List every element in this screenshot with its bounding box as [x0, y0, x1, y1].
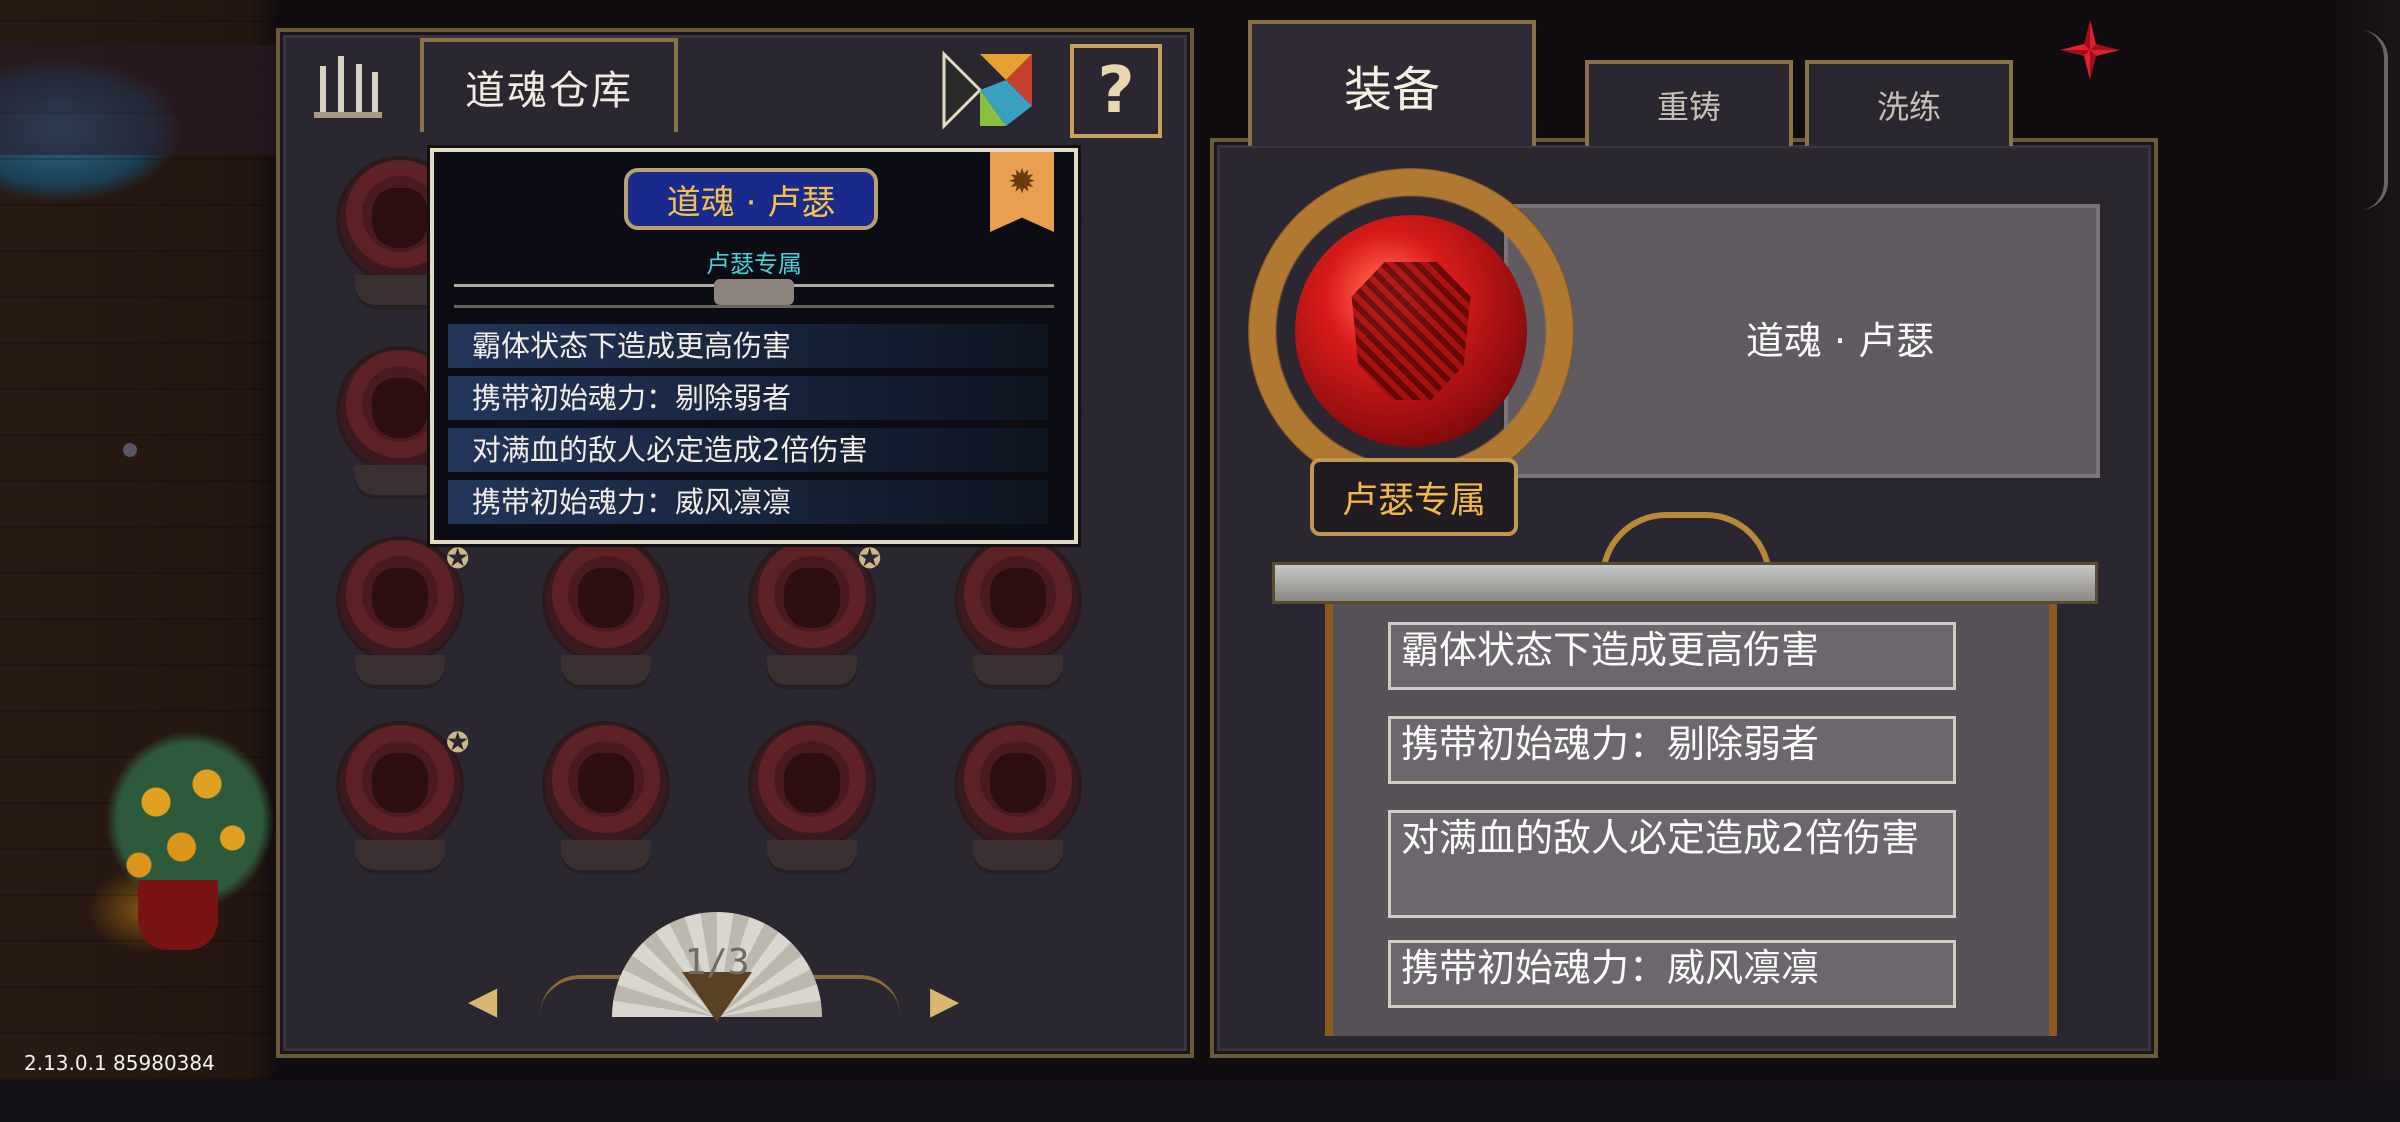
soul-orb: [958, 725, 1078, 845]
pinwheel-icon: [2040, 5, 2140, 115]
orb-stand: [561, 840, 651, 870]
tangram-icon[interactable]: [940, 50, 1036, 130]
joystick-dot: [123, 443, 137, 457]
soul-orb: [546, 540, 666, 660]
version-label: 2.13.0.1 85980384: [24, 1051, 215, 1075]
orb-stand: [767, 655, 857, 685]
warehouse-title: 道魂仓库: [465, 68, 633, 114]
soul-orb: [752, 725, 872, 845]
star-icon: ✪: [446, 542, 470, 575]
flower-pot: [138, 880, 218, 950]
detail-effect: 霸体状态下造成更高伤害: [1388, 622, 1956, 690]
tooltip-effect: 霸体状态下造成更高伤害: [448, 324, 1048, 368]
soul-orb: [340, 725, 460, 845]
soul-slot[interactable]: [536, 725, 676, 885]
close-edge: [2360, 30, 2388, 210]
page-indicator: 1/3: [684, 942, 750, 983]
tab-recast-label: 重铸: [1656, 88, 1721, 126]
detail-effect: 携带初始魂力：剔除弱者: [1388, 716, 1956, 784]
help-label: ?: [1097, 54, 1135, 128]
warehouse-title-tab: 道魂仓库: [420, 38, 678, 132]
orb-stand: [561, 655, 651, 685]
soul-orb: [958, 540, 1078, 660]
tooltip-effect: 携带初始魂力：剔除弱者: [448, 376, 1048, 420]
tooltip-title: 道魂 · 卢瑟: [624, 168, 878, 230]
star-icon: ✪: [446, 726, 470, 759]
orb-stand: [973, 840, 1063, 870]
soul-slot[interactable]: [948, 725, 1088, 885]
orb-stand: [767, 840, 857, 870]
soul-orb: [546, 725, 666, 845]
orb-stand: [355, 840, 445, 870]
tab-equip-label: 装备: [1343, 62, 1440, 118]
page-fan: 1/3: [612, 912, 822, 1022]
soul-name: 道魂 · 卢瑟: [1745, 319, 1935, 363]
star-icon: ✪: [858, 542, 882, 575]
exclusive-tag: 卢瑟专属: [1310, 458, 1518, 536]
tooltip-effect: 携带初始魂力：威风凛凛: [448, 480, 1048, 524]
tooltip-effect: 对满血的敌人必定造成2倍伤害: [448, 428, 1048, 472]
orb-stand: [355, 655, 445, 685]
candles-icon: [310, 46, 386, 126]
soul-tooltip: 道魂 · 卢瑟 ✹ 卢瑟专属 霸体状态下造成更高伤害 携带初始魂力：剔除弱者 对…: [430, 148, 1078, 544]
detail-effect: 携带初始魂力：威风凛凛: [1388, 940, 1956, 1008]
scroll-rod: [1272, 562, 2098, 604]
soul-slot[interactable]: [742, 725, 882, 885]
tooltip-subtitle: 卢瑟专属: [706, 250, 802, 278]
detail-effect: 对满血的敌人必定造成2倍伤害: [1388, 810, 1956, 918]
help-button[interactable]: ?: [1070, 44, 1162, 138]
tab-recast[interactable]: 重铸: [1585, 60, 1793, 146]
tooltip-divider: [454, 279, 1054, 308]
soul-slot[interactable]: [948, 540, 1088, 700]
tab-refine[interactable]: 洗练: [1805, 60, 2013, 146]
soul-orb: [340, 540, 460, 660]
rug: [0, 45, 280, 155]
rank-badge-icon: ✹: [990, 152, 1054, 232]
tab-equip[interactable]: 装备: [1248, 20, 1536, 146]
soul-orb: [752, 540, 872, 660]
soul-slot[interactable]: [536, 540, 676, 700]
orb-stand: [973, 655, 1063, 685]
tab-refine-label: 洗练: [1876, 88, 1941, 126]
next-page-button[interactable]: ▶: [930, 978, 959, 1022]
prev-page-button[interactable]: ◀: [468, 978, 497, 1022]
